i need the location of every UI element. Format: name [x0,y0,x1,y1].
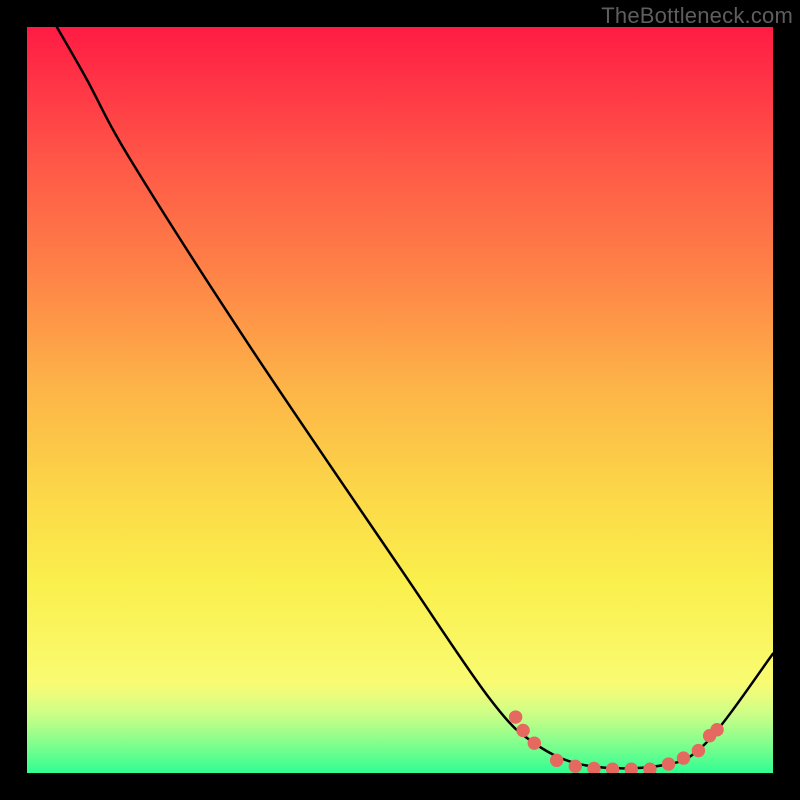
marker-dot [550,754,563,767]
marker-dot [606,763,619,773]
marker-dot [625,763,638,773]
chart-svg [27,27,773,773]
marker-dot [677,751,690,764]
marker-dot [587,762,600,773]
watermark-text: TheBottleneck.com [601,3,793,29]
marker-dot [662,757,675,770]
marker-dot [643,763,656,773]
chart-area [27,27,773,773]
marker-dot [509,710,522,723]
marker-dot [569,760,582,773]
marker-dots [509,710,724,773]
marker-dot [528,736,541,749]
bottleneck-curve [57,27,773,768]
marker-dot [516,724,529,737]
marker-dot [710,723,723,736]
marker-dot [692,744,705,757]
